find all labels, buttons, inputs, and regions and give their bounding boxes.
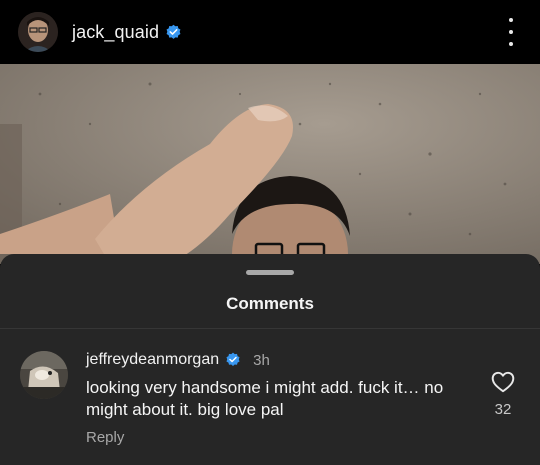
more-options-icon[interactable]	[504, 18, 518, 46]
comment-item: jeffreydeanmorgan 3h looking very handso…	[0, 329, 540, 465]
reply-button[interactable]: Reply	[86, 429, 124, 446]
post-image[interactable]	[0, 64, 540, 264]
comments-title: Comments	[226, 294, 314, 313]
more-dot	[509, 42, 513, 46]
commenter-avatar[interactable]	[20, 351, 68, 399]
comments-sheet: Comments jeffreydeanmorgan 3h looking ve…	[0, 254, 540, 465]
commenter-username[interactable]: jeffreydeanmorgan	[86, 351, 219, 369]
comment-timestamp: 3h	[253, 351, 270, 369]
drag-handle[interactable]	[246, 270, 294, 275]
like-count: 32	[494, 401, 512, 418]
comment-text: looking very handsome i might add. fuck …	[86, 378, 444, 419]
more-dot	[509, 18, 513, 22]
post-header: jack_quaid	[0, 0, 540, 64]
comment-header: jeffreydeanmorgan 3h	[86, 351, 270, 369]
heart-outline-icon[interactable]	[490, 369, 516, 395]
verified-badge-icon	[166, 24, 181, 39]
more-dot	[509, 30, 513, 34]
author-avatar[interactable]	[18, 12, 58, 52]
verified-badge-icon	[226, 352, 240, 366]
author-username[interactable]: jack_quaid	[72, 22, 159, 43]
